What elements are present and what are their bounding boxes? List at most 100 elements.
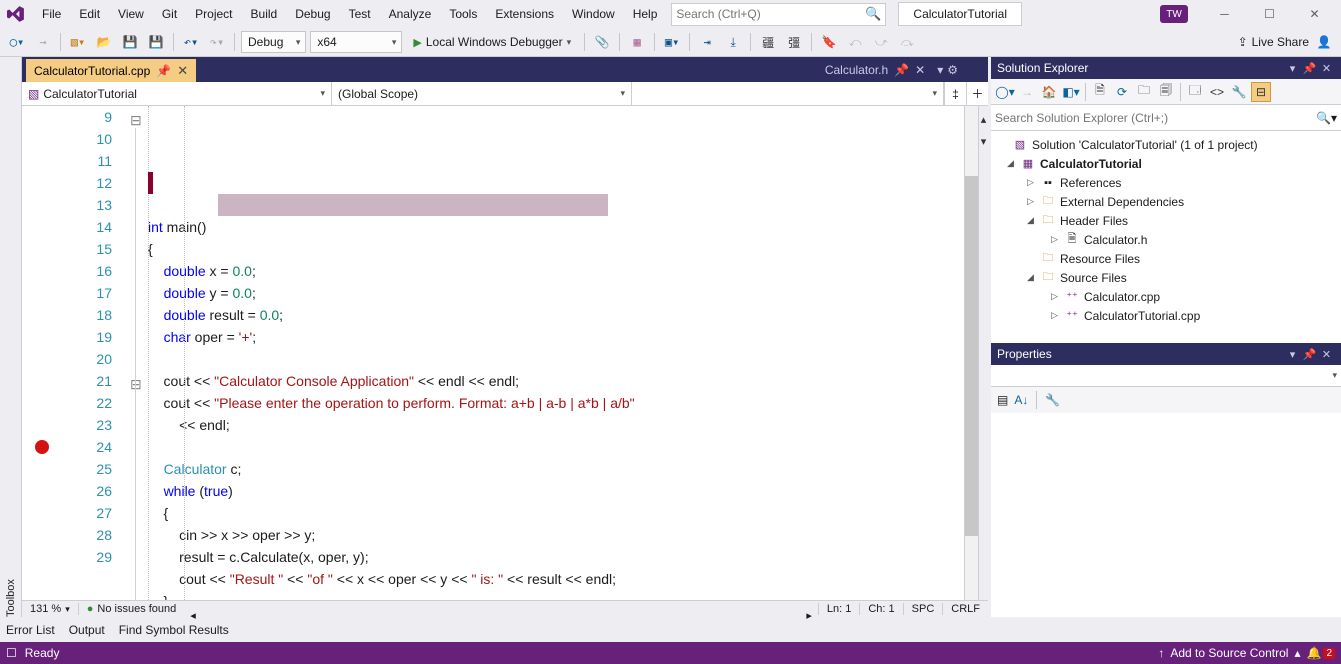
pin-icon[interactable]: 📌 [156,64,171,78]
close-button[interactable]: ✕ [1292,0,1337,28]
line-indicator[interactable]: Ln: 1 [818,603,859,615]
eol-indicator[interactable]: CRLF [942,603,988,615]
alphabetical-icon[interactable]: A↓ [1014,393,1028,407]
save-button[interactable]: 💾 [119,31,141,53]
solution-node[interactable]: ▧ Solution 'CalculatorTutorial' (1 of 1 … [991,135,1341,154]
scm-label[interactable]: Add to Source Control [1170,646,1288,660]
collapse-icon[interactable]: 🗀 [1134,82,1154,102]
indent-left-icon[interactable]: 疆 [757,31,779,53]
member-scope-combo[interactable]: ▾ [632,82,944,105]
col-indicator[interactable]: Ch: 1 [859,603,902,615]
resource-files-node[interactable]: 🗀Resource Files [991,249,1341,268]
project-label[interactable]: CalculatorTutorial [898,2,1022,26]
minimize-button[interactable]: ─ [1202,0,1247,28]
categorized-icon[interactable]: ▤ [997,393,1008,407]
project-node[interactable]: ◢▦ CalculatorTutorial [991,154,1341,173]
window-dropdown-icon[interactable]: ▾ [1284,62,1301,75]
search-icon[interactable]: 🔍▾ [1316,111,1337,125]
code-text[interactable]: int main() { double x = 0.0; double y = … [148,106,964,600]
preview-icon[interactable]: 🗔 [1185,82,1205,102]
maximize-button[interactable]: ☐ [1247,0,1292,28]
split-editor-button[interactable]: ‡ [944,82,966,105]
view-code-icon[interactable]: <> [1207,82,1227,102]
issues-indicator[interactable]: ● No issues found [79,603,185,615]
back-icon[interactable]: ◯▾ [995,82,1015,102]
header-files-node[interactable]: ◢🗀Header Files [991,211,1341,230]
references-node[interactable]: ▷▪▪References [991,173,1341,192]
calculator-h-node[interactable]: ▷🗎Calculator.h [991,230,1341,249]
notifications-button[interactable]: 🔔 2 [1306,646,1335,660]
zoom-combo[interactable]: 131 %▾ [22,603,79,615]
menu-debug[interactable]: Debug [287,3,338,25]
home-icon[interactable]: 🏠 [1039,82,1059,102]
menu-file[interactable]: File [34,3,69,25]
prev-bookmark-icon[interactable]: ⤺ [844,31,866,53]
menu-extensions[interactable]: Extensions [487,3,562,25]
attach-button[interactable]: 📎 [591,31,613,53]
breakpoint-dot[interactable] [35,440,49,454]
menu-view[interactable]: View [110,3,152,25]
gear-icon[interactable]: ⚙ [947,63,958,77]
feedback-button[interactable]: 👤 [1313,31,1335,53]
save-all-button[interactable]: 💾 [145,31,167,53]
toolbox-strip[interactable]: Toolbox [0,57,22,617]
nav-forward-button[interactable]: → [32,31,54,53]
account-badge[interactable]: TW [1160,5,1188,23]
undo-button[interactable]: ↶▾ [180,31,202,53]
config-combo[interactable]: Debug [241,31,306,53]
solution-tree[interactable]: ▧ Solution 'CalculatorTutorial' (1 of 1 … [991,131,1341,343]
menu-help[interactable]: Help [625,3,666,25]
start-debug-button[interactable]: ▶ Local Windows Debugger ▾ [406,31,578,53]
breakpoint-gutter[interactable] [22,106,64,600]
chevron-down-icon[interactable]: ▾ [1332,370,1337,381]
close-icon[interactable]: ✕ [1318,62,1335,75]
redo-button[interactable]: ↷▾ [206,31,228,53]
calculator-cpp-node[interactable]: ▷⁺⁺Calculator.cpp [991,287,1341,306]
pin-icon[interactable]: 📌 [1301,348,1318,361]
close-icon[interactable]: ✕ [1318,348,1335,361]
nav-back-button[interactable]: ◯▾ [6,31,28,53]
calculatortutorial-cpp-node[interactable]: ▷⁺⁺CalculatorTutorial.cpp [991,306,1341,325]
tab-calculator-h[interactable]: Calculator.h 📌 ✕ [817,58,933,81]
bookmark-icon[interactable]: 🔖 [818,31,840,53]
solution-explorer-search[interactable]: 🔍▾ [991,105,1341,131]
pin-icon[interactable]: 📌 [894,63,909,77]
menu-edit[interactable]: Edit [71,3,108,25]
xaml-preview-button[interactable]: ▦ [626,31,648,53]
open-file-button[interactable]: 📂 [93,31,115,53]
tab-find-symbol[interactable]: Find Symbol Results [119,623,229,637]
fold-gutter[interactable]: ⊟ ⊟ [130,106,148,600]
tab-error-list[interactable]: Error List [6,623,55,637]
menu-project[interactable]: Project [187,3,240,25]
overflow-icon[interactable]: ☐ [6,646,17,660]
project-scope-combo[interactable]: ▧ CalculatorTutorial ▾ [22,82,332,105]
code-editor[interactable]: 9101112131415161718192021222324252627282… [22,106,988,600]
namespace-scope-combo[interactable]: (Global Scope) ▾ [332,82,632,105]
solution-explorer-header[interactable]: Solution Explorer ▾📌✕ [991,57,1341,79]
clear-bookmark-icon[interactable]: ⤼ [896,31,918,53]
properties-header[interactable]: Properties ▾📌✕ [991,343,1341,365]
live-share-button[interactable]: ⇪ Live Share [1238,35,1309,49]
new-group-button[interactable]: ＋ [966,82,988,105]
solution-explorer-search-input[interactable] [995,111,1316,125]
show-all-icon[interactable]: 🗐 [1156,82,1176,102]
indent-right-icon[interactable]: 彊 [783,31,805,53]
menu-git[interactable]: Git [154,3,185,25]
source-files-node[interactable]: ◢🗀Source Files [991,268,1341,287]
close-tab-icon[interactable]: ✕ [177,63,188,79]
global-search[interactable]: 🔍 [671,3,886,26]
close-tab-icon[interactable]: ✕ [915,63,925,77]
publish-icon[interactable]: ↑ [1158,646,1164,660]
step-into-icon[interactable]: ⤓ [722,31,744,53]
next-bookmark-icon[interactable]: ⤻ [870,31,892,53]
window-dropdown-icon[interactable]: ▾ [1284,348,1301,361]
tab-output[interactable]: Output [69,623,105,637]
nuget-icon[interactable]: ⊟ [1251,82,1271,102]
minimap-scrollbar[interactable] [964,106,978,600]
wrench-icon[interactable]: 🔧 [1045,393,1060,407]
menu-test[interactable]: Test [341,3,379,25]
external-deps-node[interactable]: ▷🗀External Dependencies [991,192,1341,211]
open-preview-button[interactable]: ▣▾ [661,31,683,53]
refresh-icon[interactable]: ⟳ [1112,82,1132,102]
new-project-button[interactable]: ▧▾ [67,31,89,53]
